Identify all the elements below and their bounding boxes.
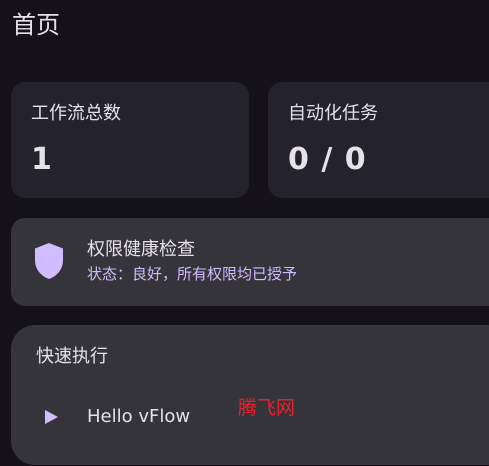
play-icon — [45, 410, 58, 424]
automation-task-value: 0 / 0 — [288, 142, 367, 177]
automation-task-label: 自动化任务 — [288, 103, 378, 124]
shield-icon — [35, 243, 63, 279]
watermark-text: 腾飞网 — [238, 397, 296, 419]
permission-health-card[interactable]: 权限健康检查 状态：良好，所有权限均已授予 — [11, 218, 489, 306]
workflow-count-label: 工作流总数 — [31, 103, 121, 124]
page-title: 首页 — [12, 11, 60, 39]
workflow-count-card[interactable]: 工作流总数 1 — [11, 82, 249, 198]
workflow-count-value: 1 — [31, 142, 53, 177]
quick-run-card: 快速执行 Hello vFlow — [11, 325, 489, 465]
permission-health-status: 状态：良好，所有权限均已授予 — [87, 265, 298, 283]
quick-run-title: 快速执行 — [36, 346, 108, 367]
quick-run-item-label: Hello vFlow — [87, 406, 191, 427]
automation-task-card[interactable]: 自动化任务 0 / 0 — [268, 82, 489, 198]
permission-health-title: 权限健康检查 — [87, 239, 195, 260]
